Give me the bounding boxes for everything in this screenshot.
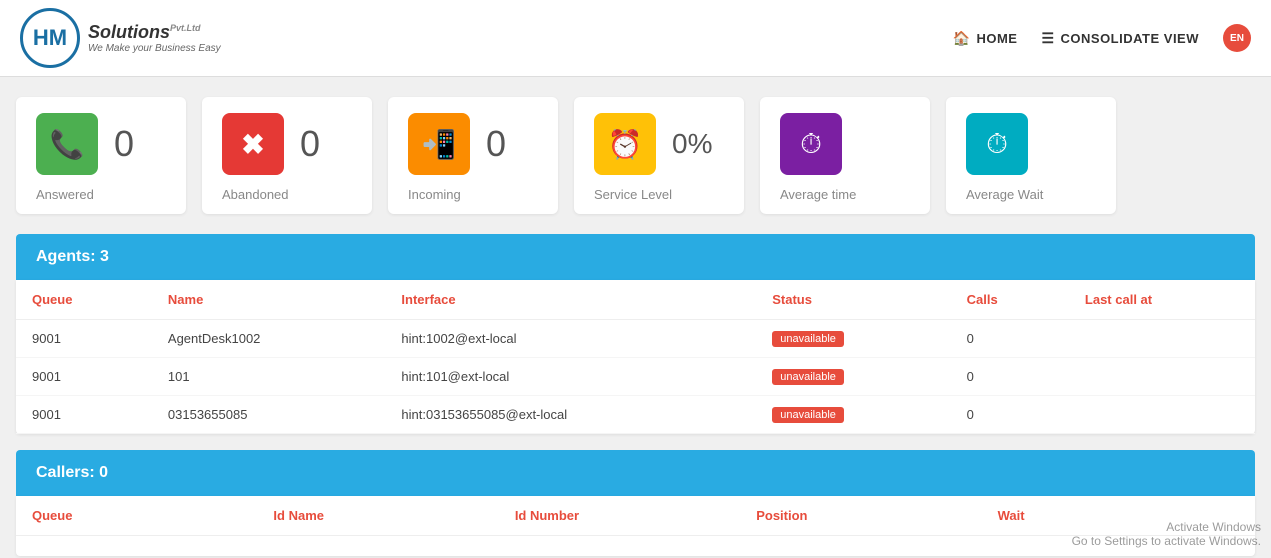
table-row: 9001 101 hint:101@ext-local unavailable … — [16, 358, 1255, 396]
agents-table-wrapper: Queue Name Interface Status Calls Last c… — [16, 280, 1255, 434]
stat-card-incoming: 📲 0 Incoming — [388, 97, 558, 214]
language-button[interactable]: EN — [1223, 24, 1251, 52]
cell-name: 03153655085 — [152, 396, 386, 434]
cell-calls: 0 — [951, 396, 1069, 434]
cell-calls: 0 — [951, 358, 1069, 396]
abandoned-value: 0 — [300, 123, 320, 165]
answered-icon-box: 📞 — [36, 113, 98, 175]
service-level-label: Service Level — [594, 187, 672, 202]
callers-section-container: Queue Id Name Id Number Position Wait — [16, 496, 1255, 556]
consolidate-icon: ☰ — [1041, 30, 1054, 47]
cell-name: 101 — [152, 358, 386, 396]
cell-interface: hint:1002@ext-local — [385, 320, 756, 358]
incoming-value: 0 — [486, 123, 506, 165]
callers-table-header: Queue Id Name Id Number Position Wait — [16, 496, 1255, 536]
average-wait-label: Average Wait — [966, 187, 1043, 202]
cell-status: unavailable — [756, 396, 950, 434]
average-wait-icon: ⏱ — [986, 128, 1008, 161]
agents-section-container: Queue Name Interface Status Calls Last c… — [16, 280, 1255, 434]
average-wait-icon-box: ⏱ — [966, 113, 1028, 175]
col-last-call-at: Last call at — [1069, 280, 1255, 320]
callers-col-queue: Queue — [32, 508, 273, 523]
cell-queue: 9001 — [16, 320, 152, 358]
incoming-icon: 📲 — [422, 128, 457, 161]
agents-table-header-row: Queue Name Interface Status Calls Last c… — [16, 280, 1255, 320]
status-badge: unavailable — [772, 369, 844, 385]
callers-col-id-name: Id Name — [273, 508, 514, 523]
cell-queue: 9001 — [16, 396, 152, 434]
stat-card-service-level: ⏰ 0% Service Level — [574, 97, 744, 214]
cell-interface: hint:03153655085@ext-local — [385, 396, 756, 434]
cell-queue: 9001 — [16, 358, 152, 396]
header: HM SolutionsPvt.Ltd We Make your Busines… — [0, 0, 1271, 77]
col-name: Name — [152, 280, 386, 320]
average-time-label: Average time — [780, 187, 856, 202]
agents-table: Queue Name Interface Status Calls Last c… — [16, 280, 1255, 434]
answered-label: Answered — [36, 187, 94, 202]
logo-text: SolutionsPvt.Ltd We Make your Business E… — [88, 22, 221, 54]
col-interface: Interface — [385, 280, 756, 320]
logo-icon: HM — [20, 8, 80, 68]
cell-calls: 0 — [951, 320, 1069, 358]
callers-section-header: Callers: 0 — [16, 450, 1255, 496]
abandoned-icon: ✖ — [241, 128, 264, 161]
home-link[interactable]: 🏠 HOME — [953, 30, 1018, 47]
logo-company: SolutionsPvt.Ltd — [88, 22, 221, 43]
activate-windows-notice: Activate Windows Go to Settings to activ… — [1072, 520, 1261, 548]
callers-col-position: Position — [756, 508, 997, 523]
abandoned-icon-box: ✖ — [222, 113, 284, 175]
average-time-icon: ⏱ — [800, 128, 822, 161]
table-row: 9001 AgentDesk1002 hint:1002@ext-local u… — [16, 320, 1255, 358]
col-status: Status — [756, 280, 950, 320]
phone-icon: 📞 — [50, 128, 85, 161]
stat-card-answered: 📞 0 Answered — [16, 97, 186, 214]
home-icon: 🏠 — [953, 30, 971, 47]
abandoned-label: Abandoned — [222, 187, 289, 202]
agents-section-header: Agents: 3 — [16, 234, 1255, 280]
stat-card-average-wait: ⏱ Average Wait — [946, 97, 1116, 214]
col-queue: Queue — [16, 280, 152, 320]
cell-last-call-at — [1069, 358, 1255, 396]
status-badge: unavailable — [772, 331, 844, 347]
average-time-icon-box: ⏱ — [780, 113, 842, 175]
cell-status: unavailable — [756, 320, 950, 358]
stat-card-average-time: ⏱ Average time — [760, 97, 930, 214]
cell-interface: hint:101@ext-local — [385, 358, 756, 396]
service-level-icon-box: ⏰ — [594, 113, 656, 175]
service-level-icon: ⏰ — [608, 128, 643, 161]
service-level-value: 0% — [672, 128, 712, 160]
logo-tagline: We Make your Business Easy — [88, 43, 221, 54]
stats-row: 📞 0 Answered ✖ 0 Abandoned 📲 0 Incoming … — [0, 77, 1271, 234]
callers-col-id-number: Id Number — [515, 508, 756, 523]
nav-links: 🏠 HOME ☰ CONSOLIDATE VIEW EN — [953, 24, 1251, 52]
status-badge: unavailable — [772, 407, 844, 423]
incoming-icon-box: 📲 — [408, 113, 470, 175]
stat-card-abandoned: ✖ 0 Abandoned — [202, 97, 372, 214]
table-row: 9001 03153655085 hint:03153655085@ext-lo… — [16, 396, 1255, 434]
cell-status: unavailable — [756, 358, 950, 396]
incoming-label: Incoming — [408, 187, 461, 202]
answered-value: 0 — [114, 123, 134, 165]
cell-name: AgentDesk1002 — [152, 320, 386, 358]
cell-last-call-at — [1069, 320, 1255, 358]
col-calls: Calls — [951, 280, 1069, 320]
logo-area: HM SolutionsPvt.Ltd We Make your Busines… — [20, 8, 221, 68]
consolidate-link[interactable]: ☰ CONSOLIDATE VIEW — [1041, 30, 1199, 47]
cell-last-call-at — [1069, 396, 1255, 434]
